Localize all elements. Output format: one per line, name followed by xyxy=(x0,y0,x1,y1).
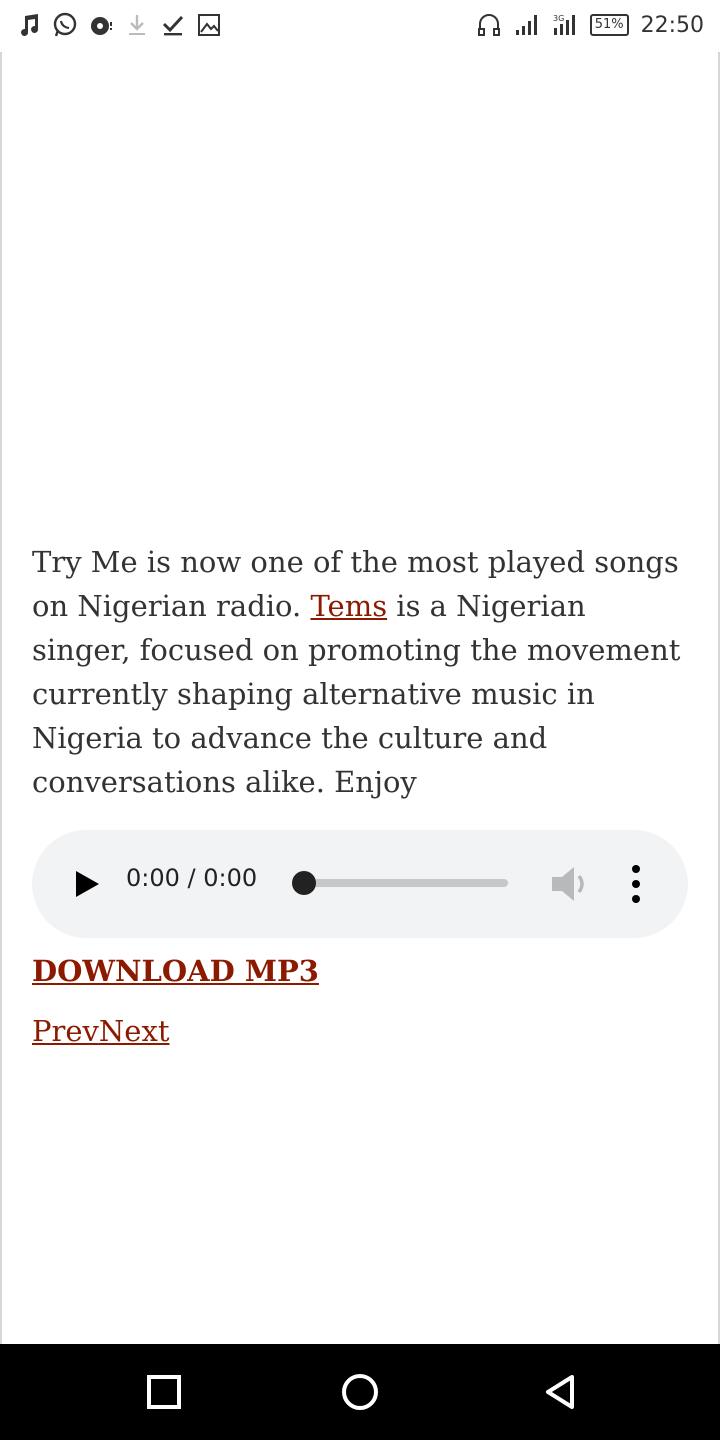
whatsapp-icon xyxy=(52,12,78,38)
download-icon xyxy=(124,12,150,38)
back-icon[interactable] xyxy=(540,1372,580,1412)
battery-icon: 51% xyxy=(589,14,629,36)
more-options-icon[interactable] xyxy=(626,864,646,904)
headset-icon xyxy=(476,12,502,38)
status-icons-right: 3G 51% 22:50 xyxy=(476,12,704,38)
audio-progress-track[interactable] xyxy=(294,879,508,887)
play-icon[interactable] xyxy=(72,868,102,900)
image-icon xyxy=(196,12,222,38)
status-bar: 3G 51% 22:50 xyxy=(0,0,720,52)
clock: 22:50 xyxy=(640,12,704,38)
audio-player[interactable]: 0:00 / 0:00 xyxy=(32,830,688,938)
music-icon xyxy=(16,12,42,38)
recent-apps-icon[interactable] xyxy=(144,1372,184,1412)
volume-icon[interactable] xyxy=(550,864,592,904)
status-icons-left xyxy=(16,12,222,38)
system-navigation-bar xyxy=(0,1344,720,1440)
page-border-left xyxy=(0,52,2,1344)
audio-progress-knob[interactable] xyxy=(292,871,316,895)
download-mp3-link[interactable]: DOWNLOAD MP3 xyxy=(32,954,319,988)
audio-time-display: 0:00 / 0:00 xyxy=(126,864,258,892)
signal-icon xyxy=(514,12,540,38)
prev-link[interactable]: Prev xyxy=(32,1014,99,1048)
article-content: Try Me is now one of the most played son… xyxy=(32,540,692,1048)
home-icon[interactable] xyxy=(340,1372,380,1412)
media-icon xyxy=(88,12,114,38)
check-icon xyxy=(160,12,186,38)
post-navigation: PrevNext xyxy=(32,1014,692,1048)
article-paragraph: Try Me is now one of the most played son… xyxy=(32,540,692,804)
svg-text:3G: 3G xyxy=(553,14,564,23)
signal-3g-icon: 3G xyxy=(552,12,578,38)
artist-link[interactable]: Tems xyxy=(310,589,387,623)
next-link[interactable]: Next xyxy=(99,1014,170,1048)
